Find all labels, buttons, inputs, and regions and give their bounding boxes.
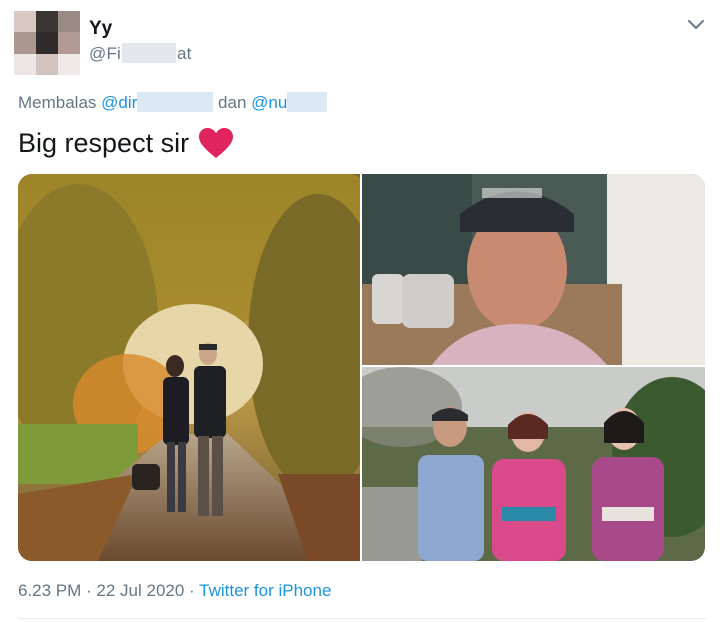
- avatar[interactable]: [14, 11, 80, 75]
- photo-couple-autumn-path[interactable]: [18, 174, 360, 561]
- media-grid: [18, 174, 705, 561]
- photo-man-selfie-cap[interactable]: [362, 174, 705, 365]
- tweet-source-link[interactable]: Twitter for iPhone: [199, 581, 331, 600]
- divider: [18, 618, 706, 619]
- tweet-date[interactable]: 22 Jul 2020: [96, 581, 184, 600]
- photo-man-with-two-women-kimono[interactable]: [362, 367, 705, 561]
- reply-prefix: Membalas: [18, 93, 97, 112]
- author-handle[interactable]: @Fi at: [89, 43, 192, 64]
- handle-end: at: [177, 44, 192, 63]
- redacted-handle: [122, 43, 177, 63]
- tweet-body: Big respect sir: [18, 127, 190, 158]
- author-name[interactable]: Yy: [89, 18, 112, 40]
- mention-link-1[interactable]: @dir: [101, 92, 214, 112]
- reply-context: Membalas @dir dan @nu: [18, 92, 328, 113]
- heart-icon: [198, 127, 234, 159]
- mention-link-2[interactable]: @nu: [251, 92, 328, 112]
- reply-connector: dan: [218, 93, 247, 112]
- redacted-mention: [287, 92, 328, 112]
- tweet-time[interactable]: 6.23 PM: [18, 581, 81, 600]
- chevron-down-icon[interactable]: [686, 18, 706, 32]
- tweet-text: Big respect sir: [18, 127, 234, 159]
- separator: ·: [81, 581, 97, 600]
- redacted-mention: [137, 92, 214, 112]
- separator: ·: [184, 581, 200, 600]
- handle-start: @Fi: [89, 44, 122, 63]
- tweet-meta: 6.23 PM · 22 Jul 2020 · Twitter for iPho…: [18, 581, 331, 601]
